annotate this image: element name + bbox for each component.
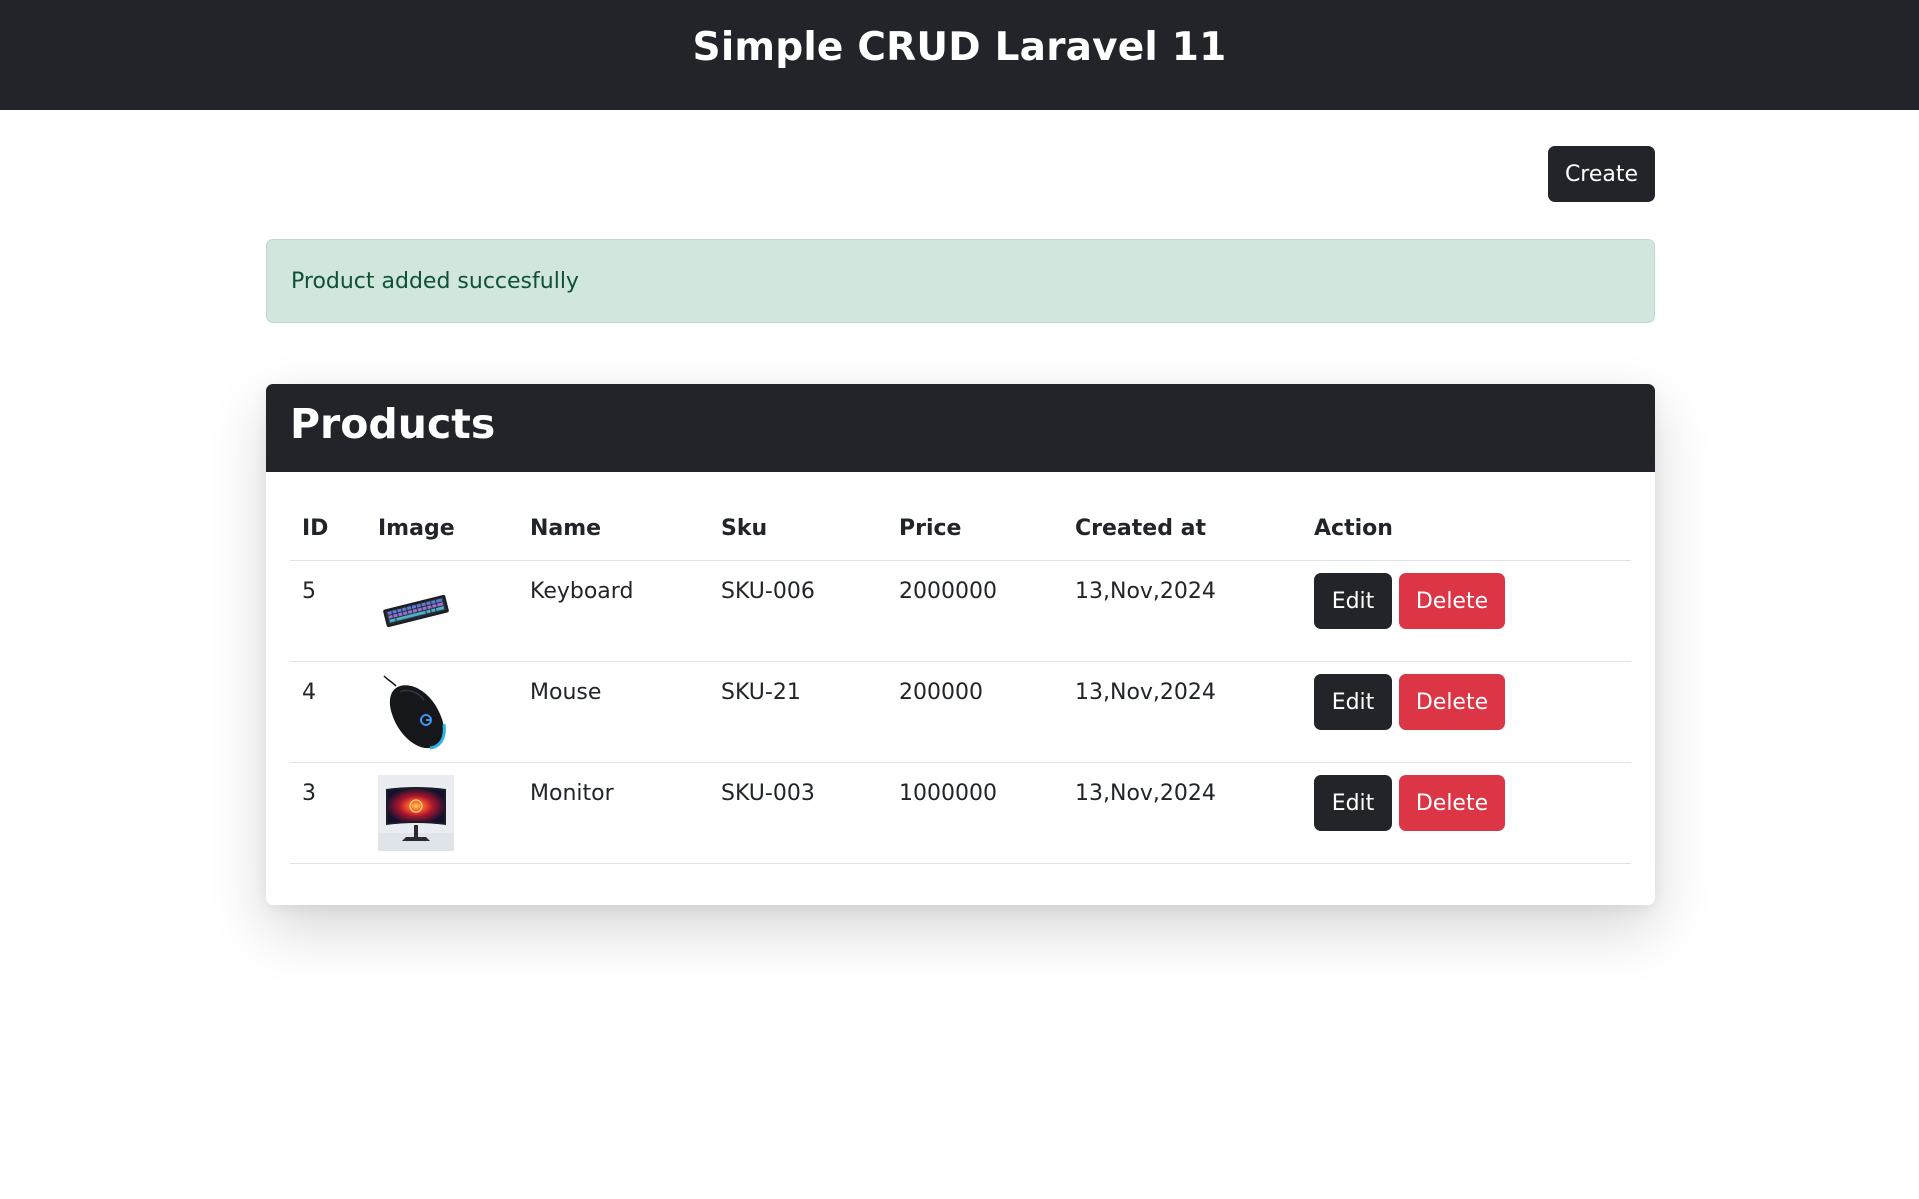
product-sku: SKU-21 xyxy=(721,680,801,705)
column-header-created-at: Created at xyxy=(1063,496,1302,561)
edit-button[interactable]: Edit xyxy=(1314,573,1392,629)
mouse-image xyxy=(378,674,454,750)
column-header-action: Action xyxy=(1302,496,1631,561)
product-created-at: 13,Nov,2024 xyxy=(1075,680,1216,705)
product-id: 4 xyxy=(302,680,316,705)
product-sku: SKU-006 xyxy=(721,579,815,604)
create-button[interactable]: Create xyxy=(1548,146,1655,202)
table-row: 4 Mouse SKU-21 200000 13,Nov,2024 Edit D… xyxy=(290,661,1631,763)
alert-message: Product added succesfully xyxy=(291,268,579,294)
product-id: 3 xyxy=(302,781,316,806)
table-row: 5 Keyboard SKU-006 2000000 13,Nov,2024 E… xyxy=(290,560,1631,662)
products-card: Products ID Image Name Sku Price Created… xyxy=(266,384,1655,905)
edit-button[interactable]: Edit xyxy=(1314,674,1392,730)
main-container: Create Product added succesfully Product… xyxy=(266,110,1655,905)
product-price: 200000 xyxy=(899,680,983,705)
success-alert: Product added succesfully xyxy=(266,239,1655,323)
product-name: Monitor xyxy=(530,781,614,806)
product-sku: SKU-003 xyxy=(721,781,815,806)
column-header-price: Price xyxy=(887,496,1063,561)
toolbar: Create xyxy=(266,110,1655,204)
column-header-image: Image xyxy=(366,496,518,561)
table-row: 3 Monitor SKU-003 1000000 13,Nov,2024 Ed… xyxy=(290,762,1631,864)
products-table: ID Image Name Sku Price Created at Actio… xyxy=(290,496,1631,864)
product-name: Mouse xyxy=(530,680,602,705)
delete-button[interactable]: Delete xyxy=(1399,573,1505,629)
edit-button[interactable]: Edit xyxy=(1314,775,1392,831)
navbar: Simple CRUD Laravel 11 xyxy=(0,0,1919,110)
product-created-at: 13,Nov,2024 xyxy=(1075,579,1216,604)
row-actions: Edit Delete xyxy=(1314,662,1631,730)
products-card-header: Products xyxy=(266,384,1655,472)
delete-button[interactable]: Delete xyxy=(1399,674,1505,730)
product-name: Keyboard xyxy=(530,579,634,604)
product-id: 5 xyxy=(302,579,316,604)
column-header-name: Name xyxy=(518,496,709,561)
column-header-id: ID xyxy=(290,496,366,561)
table-header-row: ID Image Name Sku Price Created at Actio… xyxy=(290,496,1631,561)
row-actions: Edit Delete xyxy=(1314,561,1631,629)
delete-button[interactable]: Delete xyxy=(1399,775,1505,831)
product-created-at: 13,Nov,2024 xyxy=(1075,781,1216,806)
product-price: 1000000 xyxy=(899,781,997,806)
monitor-image xyxy=(378,775,454,851)
product-price: 2000000 xyxy=(899,579,997,604)
keyboard-image xyxy=(378,573,454,649)
column-header-sku: Sku xyxy=(709,496,887,561)
products-title: Products xyxy=(290,400,496,448)
row-actions: Edit Delete xyxy=(1314,763,1631,831)
page-title: Simple CRUD Laravel 11 xyxy=(692,24,1227,70)
products-card-body: ID Image Name Sku Price Created at Actio… xyxy=(266,472,1655,864)
